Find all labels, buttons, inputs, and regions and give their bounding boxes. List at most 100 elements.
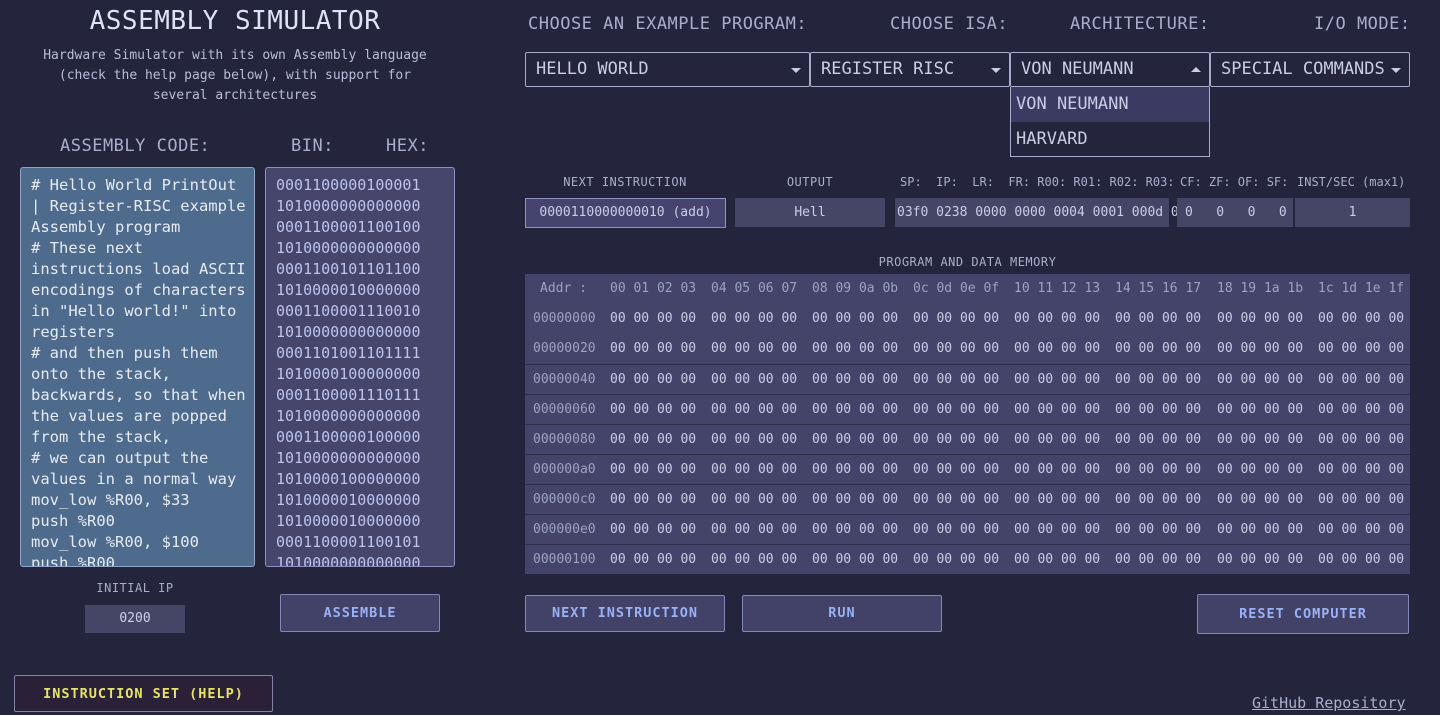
memory-row: 00000100 00 00 00 00 00 00 00 00 00 00 00 0… [525, 544, 1410, 574]
memory-cell-group: 00 00 00 00 [610, 552, 697, 567]
inst-per-sec-label: INST/SEC (max1) [1297, 175, 1406, 189]
memory-col-header: 1c 1d 1e 1f [1318, 281, 1405, 296]
architecture-dropdown: VON NEUMANN HARVARD [1010, 87, 1210, 157]
memory-addr-header: Addr : [540, 281, 587, 296]
bin-line: 1010000000000000 [276, 197, 421, 215]
memory-cell-group: 00 00 00 00 [1115, 462, 1202, 477]
memory-cell-group: 00 00 00 00 [913, 341, 1000, 356]
assembly-code-editor[interactable]: # Hello World PrintOut | Register-RISC ex… [20, 167, 255, 567]
memory-cell-group: 00 00 00 00 [1318, 462, 1405, 477]
memory-cell-group: 00 00 00 00 [1014, 552, 1101, 567]
memory-address: 000000c0 [533, 492, 596, 507]
assemble-button[interactable]: ASSEMBLE [280, 594, 440, 632]
memory-cell-group: 00 00 00 00 [1115, 432, 1202, 447]
memory-cell-group: 00 00 00 00 [1217, 492, 1304, 507]
architecture-select[interactable]: VON NEUMANN [1010, 52, 1210, 87]
inst-per-sec-input[interactable]: 1 [1295, 198, 1410, 227]
memory-cell-group: 00 00 00 00 [812, 372, 899, 387]
memory-cell-group: 00 00 00 00 [1115, 341, 1202, 356]
io-mode-label: I/O MODE: [1314, 14, 1411, 34]
code-line: backwards, so that when [31, 386, 246, 404]
memory-row: 000000a0 00 00 00 00 00 00 00 00 00 00 00 0… [525, 454, 1410, 484]
bin-line: 1010000010000000 [276, 491, 421, 509]
memory-cell-group: 00 00 00 00 [913, 372, 1000, 387]
memory-cell-group: 00 00 00 00 [711, 372, 798, 387]
isa-label: CHOOSE ISA: [890, 14, 1009, 34]
chevron-down-icon [791, 68, 801, 73]
memory-cell-group: 00 00 00 00 [610, 311, 697, 326]
next-instruction-label: NEXT INSTRUCTION [563, 175, 687, 189]
memory-cell-group: 00 00 00 00 [1115, 492, 1202, 507]
memory-address: 00000040 [533, 372, 596, 387]
registers-label: SP: IP: LR: FR: R00: R01: R02: R03: [900, 175, 1175, 189]
instruction-set-help-button[interactable]: INSTRUCTION SET (HELP) [14, 675, 273, 712]
code-line: # and then push them [31, 344, 218, 362]
code-line: encodings of characters [31, 281, 246, 299]
memory-cell-group: 00 00 00 00 [1318, 311, 1405, 326]
memory-cell-group: 00 00 00 00 [610, 402, 697, 417]
memory-cell-group: 00 00 00 00 [711, 432, 798, 447]
memory-cell-group: 00 00 00 00 [610, 522, 697, 537]
memory-address: 00000100 [533, 552, 596, 567]
memory-title: PROGRAM AND DATA MEMORY [878, 255, 1057, 269]
reset-computer-button[interactable]: RESET COMPUTER [1197, 594, 1409, 634]
memory-cell-group: 00 00 00 00 [1115, 402, 1202, 417]
assembly-code-label: ASSEMBLY CODE: [60, 136, 211, 156]
memory-address: 00000000 [533, 311, 596, 326]
example-program-select[interactable]: HELLO WORLD [525, 52, 810, 87]
github-repository-link[interactable]: GitHub Repository [1252, 694, 1406, 712]
example-program-value: HELLO WORLD [536, 59, 649, 79]
bin-line: 1010000000000000 [276, 323, 421, 341]
memory-header-row: Addr : 00 01 02 03 04 05 06 07 08 09 0a 0b 0… [525, 274, 1410, 304]
memory-address: 00000020 [533, 341, 596, 356]
chevron-down-icon [1391, 68, 1401, 73]
bin-line: 1010000100000000 [276, 365, 421, 383]
binary-output[interactable]: 0001100000100001 1010000000000000 00011000… [265, 167, 455, 567]
memory-col-header: 14 15 16 17 [1115, 281, 1202, 296]
memory-cell-group: 00 00 00 00 [913, 402, 1000, 417]
memory-cell-group: 00 00 00 00 [1115, 522, 1202, 537]
isa-select[interactable]: REGISTER RISC [810, 52, 1010, 87]
memory-cell-group: 00 00 00 00 [1115, 552, 1202, 567]
code-line: # These next [31, 239, 143, 257]
code-line: push %R00 [31, 512, 115, 530]
memory-cell-group: 00 00 00 00 [1115, 372, 1202, 387]
memory-row: 000000c0 00 00 00 00 00 00 00 00 00 00 00 0… [525, 484, 1410, 514]
memory-cell-group: 00 00 00 00 [812, 311, 899, 326]
memory-cell-group: 00 00 00 00 [1318, 372, 1405, 387]
next-instruction-button[interactable]: NEXT INSTRUCTION [525, 595, 725, 632]
memory-cell-group: 00 00 00 00 [1014, 462, 1101, 477]
run-button[interactable]: RUN [742, 595, 942, 632]
code-line: the values are popped [31, 407, 227, 425]
code-line: | Register-RISC example [31, 197, 246, 215]
memory-cell-group: 00 00 00 00 [1217, 432, 1304, 447]
code-line: onto the stack, [31, 365, 171, 383]
architecture-option-von-neumann[interactable]: VON NEUMANN [1011, 87, 1209, 122]
memory-cell-group: 00 00 00 00 [812, 462, 899, 477]
memory-cell-group: 00 00 00 00 [913, 432, 1000, 447]
memory-cell-group: 00 00 00 00 [1217, 372, 1304, 387]
architecture-value: VON NEUMANN [1021, 59, 1134, 79]
memory-cell-group: 00 00 00 00 [1318, 402, 1405, 417]
architecture-option-harvard[interactable]: HARVARD [1011, 122, 1209, 157]
memory-row: 00000060 00 00 00 00 00 00 00 00 00 00 00 0… [525, 394, 1410, 424]
memory-cell-group: 00 00 00 00 [812, 402, 899, 417]
io-mode-select[interactable]: SPECIAL COMMANDS [1210, 52, 1410, 87]
memory-cell-group: 00 00 00 00 [711, 311, 798, 326]
code-line: Assembly program [31, 218, 181, 236]
memory-cell-group: 00 00 00 00 [1217, 311, 1304, 326]
next-instruction-value: 0000110000000010 (add) [525, 198, 726, 228]
memory-cell-group: 00 00 00 00 [1217, 402, 1304, 417]
app-title: ASSEMBLY SIMULATOR [89, 6, 381, 36]
initial-ip-input[interactable]: 0200 [85, 605, 185, 633]
bin-line: 1010000000000000 [276, 449, 421, 467]
memory-cell-group: 00 00 00 00 [1014, 522, 1101, 537]
memory-col-header: 08 09 0a 0b [812, 281, 899, 296]
flags-label: CF: ZF: OF: SF: [1180, 175, 1289, 189]
bin-line: 0001100000100001 [276, 176, 421, 194]
io-mode-value: SPECIAL COMMANDS [1221, 59, 1385, 79]
bin-line: 1010000100000000 [276, 470, 421, 488]
bin-line: 0001100000100000 [276, 428, 421, 446]
memory-cell-group: 00 00 00 00 [812, 492, 899, 507]
bin-line: 0001100001110010 [276, 302, 421, 320]
